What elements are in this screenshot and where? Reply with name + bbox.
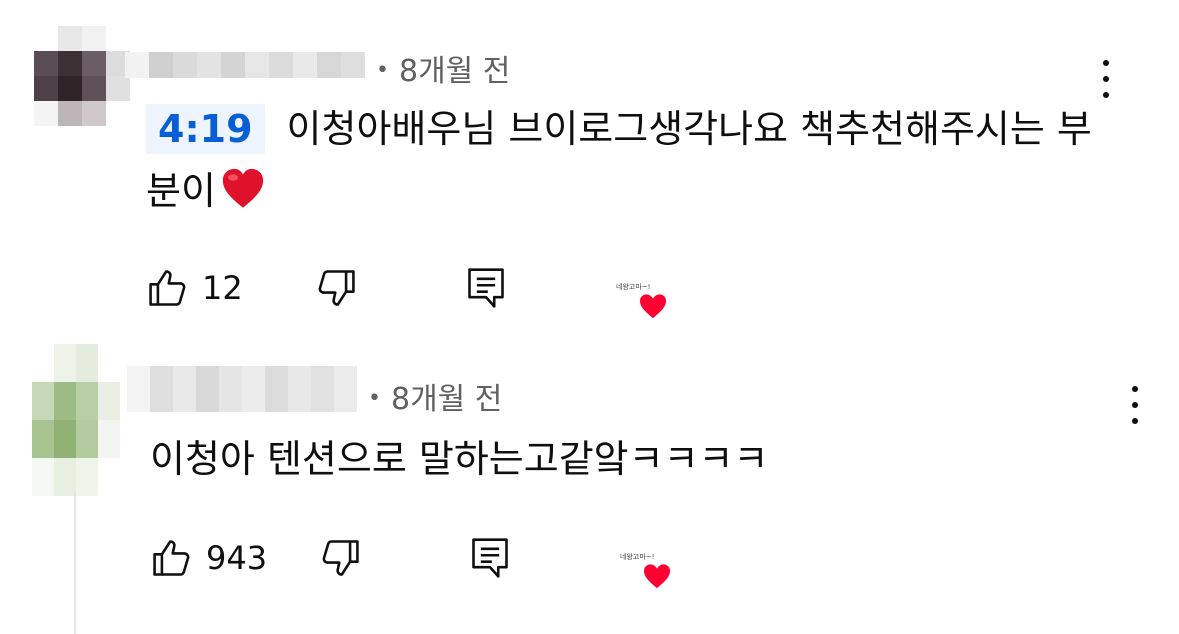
avatar-pixel: [34, 26, 58, 51]
dislike-icon: [318, 270, 355, 306]
creator-heart-caption: 네왕고마~!: [620, 553, 655, 561]
avatar-pixel: [32, 382, 54, 420]
reply-button[interactable]: [464, 258, 508, 318]
avatar-pixel: [76, 458, 98, 496]
avatar-pixel: [34, 76, 58, 101]
reply-icon: [468, 268, 504, 308]
more-options-button[interactable]: [1130, 386, 1140, 424]
name-blur-block: [265, 366, 288, 412]
comment-text: 4:19 이청아배우님 브이로그생각나요 책추천해주시는 부분이: [146, 98, 1106, 222]
avatar-pixel: [58, 76, 82, 101]
avatar-pixel: [76, 344, 98, 382]
creator-heart-caption: 네왕고마~!: [616, 283, 651, 291]
separator-dot: •: [376, 58, 389, 83]
avatar-pixel: [82, 26, 106, 51]
avatar-pixel: [106, 76, 130, 101]
like-count: 943: [206, 539, 268, 577]
comment: • 8개월 전 이청아 텐션으로 말하는고같앜ㅋㅋㅋㅋ 943 네왕고마~!: [0, 336, 1179, 634]
like-icon: [149, 270, 186, 306]
comment-body: 이청아 텐션으로 말하는고같앜ㅋㅋㅋㅋ: [150, 437, 769, 481]
dislike-icon: [322, 540, 359, 576]
name-blur-block: [219, 366, 242, 412]
name-blur-block: [317, 52, 341, 78]
creator-heart-badge[interactable]: 네왕고마~!: [620, 552, 672, 590]
creator-heart-icon: [640, 294, 666, 319]
avatar-pixel: [98, 382, 120, 420]
name-blur-block: [334, 366, 357, 412]
comment-meta: • 8개월 전: [376, 46, 510, 90]
separator-dot: •: [368, 386, 381, 411]
reply-button[interactable]: [468, 528, 512, 588]
avatar[interactable]: [32, 344, 120, 496]
like-count: 12: [202, 269, 243, 307]
avatar-pixel: [76, 420, 98, 458]
avatar-pixel: [32, 420, 54, 458]
name-blur-block: [311, 366, 334, 412]
name-blur-block: [242, 366, 265, 412]
red-heart-emoji: [222, 168, 264, 208]
more-options-button[interactable]: [1101, 60, 1111, 98]
time-ago[interactable]: 8개월 전: [399, 54, 510, 89]
comment: • 8개월 전 4:19 이청아배우님 브이로그생각나요 책추천해주시는 부분이 1…: [0, 0, 1179, 320]
avatar-pixel: [58, 101, 82, 126]
comment-body: 이청아배우님 브이로그생각나요 책추천해주시는 부분이: [146, 107, 1092, 213]
avatar-pixel: [106, 101, 130, 126]
comment-meta: • 8개월 전: [368, 374, 502, 418]
dislike-button[interactable]: [314, 258, 358, 318]
avatar-pixel: [34, 101, 58, 126]
name-blur-block: [173, 366, 196, 412]
reply-icon: [472, 538, 508, 578]
avatar-pixel: [98, 420, 120, 458]
creator-heart-icon: [644, 564, 670, 589]
avatar-pixel: [98, 458, 120, 496]
name-blur-block: [127, 366, 150, 412]
name-blur-block: [125, 52, 149, 78]
like-button[interactable]: 943: [150, 528, 267, 588]
name-blur-block: [245, 52, 269, 78]
like-button[interactable]: 12: [146, 258, 243, 318]
avatar-pixel: [32, 458, 54, 496]
time-ago[interactable]: 8개월 전: [391, 382, 502, 417]
like-icon: [153, 540, 190, 576]
avatar-pixel: [54, 420, 76, 458]
avatar-pixel: [54, 382, 76, 420]
author-name-blurred[interactable]: [125, 52, 365, 78]
avatar-pixel: [98, 344, 120, 382]
dislike-button[interactable]: [318, 528, 362, 588]
avatar-pixel: [54, 344, 76, 382]
timestamp-link[interactable]: 4:19: [146, 104, 265, 154]
name-blur-block: [173, 52, 197, 78]
name-blur-block: [150, 366, 173, 412]
avatar-pixel: [58, 51, 82, 76]
avatar-pixel: [34, 51, 58, 76]
avatar-pixel: [76, 382, 98, 420]
avatar-pixel: [82, 101, 106, 126]
avatar-pixel: [82, 76, 106, 101]
name-blur-block: [269, 52, 293, 78]
name-blur-block: [221, 52, 245, 78]
name-blur-block: [196, 366, 219, 412]
name-blur-block: [149, 52, 173, 78]
reply-thread-line: [74, 490, 76, 634]
name-blur-block: [197, 52, 221, 78]
comment-text: 이청아 텐션으로 말하는고같앜ㅋㅋㅋㅋ: [150, 428, 1130, 490]
avatar-pixel: [54, 458, 76, 496]
avatar-pixel: [58, 26, 82, 51]
name-blur-block: [288, 366, 311, 412]
name-blur-block: [341, 52, 365, 78]
name-blur-block: [293, 52, 317, 78]
author-name-blurred[interactable]: [127, 366, 357, 412]
creator-heart-badge[interactable]: 네왕고마~!: [616, 282, 668, 320]
avatar[interactable]: [34, 26, 130, 126]
avatar-pixel: [106, 26, 130, 51]
avatar-pixel: [82, 51, 106, 76]
avatar-pixel: [32, 344, 54, 382]
